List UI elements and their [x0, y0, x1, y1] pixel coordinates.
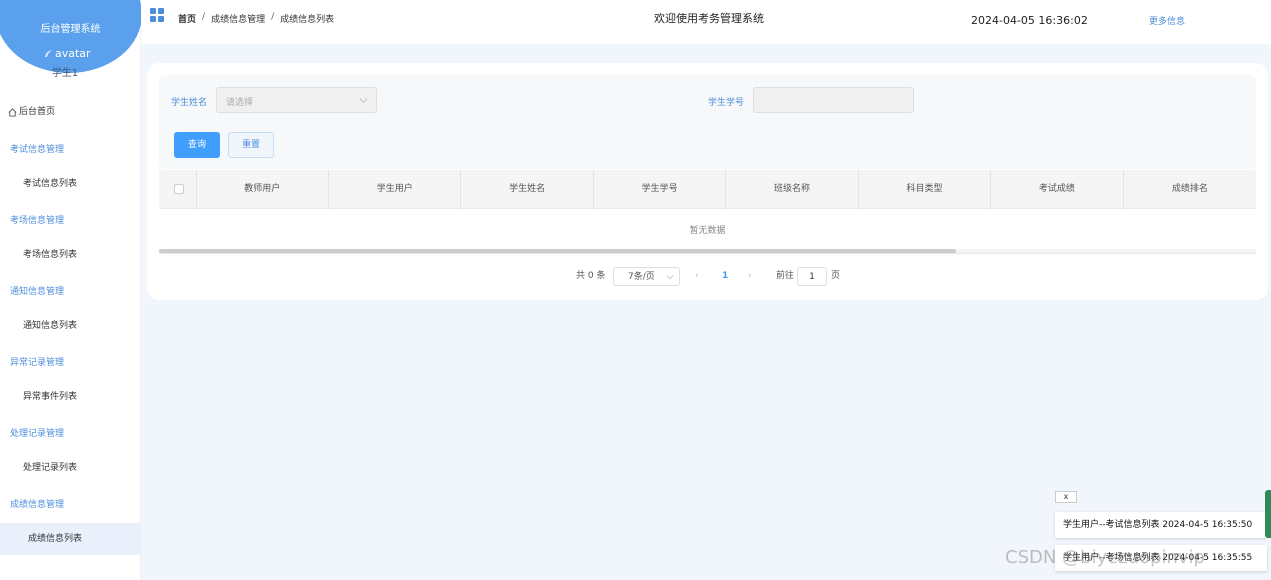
- sidebar-group-anomaly[interactable]: 异常记录管理: [0, 347, 141, 379]
- sidebar-item-room-list[interactable]: 考场信息列表: [0, 239, 141, 271]
- breadcrumb-separator: /: [202, 12, 206, 22]
- prev-page-button[interactable]: ‹: [695, 267, 699, 286]
- breadcrumb-separator: /: [271, 12, 275, 22]
- sidebar-item-notice-list[interactable]: 通知信息列表: [0, 310, 141, 342]
- col-student-user: 学生用户: [329, 170, 462, 209]
- avatar[interactable]: avatar: [44, 47, 91, 60]
- user-name: 学生1: [51, 68, 79, 79]
- more-info-link[interactable]: 更多信息: [1149, 14, 1185, 27]
- col-score-rank: 成绩排名: [1171, 184, 1208, 194]
- select-all-checkbox[interactable]: [159, 170, 197, 209]
- page-unit-label: 页: [831, 271, 841, 281]
- sidebar-group-handling[interactable]: 处理记录管理: [0, 418, 141, 450]
- student-name-label: 学生姓名: [171, 98, 208, 108]
- current-datetime: 2024-04-05 16:36:02: [971, 14, 1088, 27]
- sidebar-header: [0, 0, 142, 73]
- sidebar-group-room[interactable]: 考场信息管理: [0, 205, 141, 237]
- chevron-down-icon: [666, 275, 674, 280]
- col-teacher-user: 教师用户: [197, 170, 329, 209]
- reset-button[interactable]: 重置: [228, 132, 274, 158]
- empty-table-text: 暂无数据: [689, 226, 726, 236]
- table-header: 教师用户 学生用户 学生姓名 学生学号 班级名称 科目类型 考试成绩 成绩排名: [159, 170, 1256, 209]
- chevron-down-icon: [359, 98, 368, 103]
- student-id-input[interactable]: [753, 87, 914, 113]
- top-bar: 首页 / 成绩信息管理 / 成绩信息列表 欢迎使用考务管理系统 2024-04-…: [141, 0, 1271, 44]
- sidebar-group-score[interactable]: 成绩信息管理: [0, 489, 141, 521]
- notification-close-button[interactable]: x: [1055, 491, 1077, 503]
- pagination-total: 共 0 条: [576, 271, 606, 281]
- notification-item[interactable]: 学生用户--考试信息列表 2024-04-5 16:35:50: [1055, 512, 1267, 538]
- breadcrumb-home[interactable]: 首页: [178, 12, 196, 25]
- student-name-select[interactable]: 请选择: [216, 87, 377, 113]
- page-size-select[interactable]: 7条/页: [613, 267, 680, 286]
- sidebar-item-exam-list[interactable]: 考试信息列表: [0, 168, 141, 200]
- sidebar-item-anomaly-list[interactable]: 异常事件列表: [0, 381, 141, 413]
- goto-page-input[interactable]: 1: [797, 267, 827, 286]
- breadcrumb-score-list: 成绩信息列表: [280, 15, 335, 25]
- goto-label: 前往: [776, 271, 795, 281]
- sidebar-item-handling-list[interactable]: 处理记录列表: [0, 452, 141, 484]
- next-page-button[interactable]: ›: [748, 267, 752, 286]
- col-exam-score: 考试成绩: [991, 170, 1124, 209]
- breadcrumb: 首页 / 成绩信息管理 / 成绩信息列表: [178, 12, 334, 25]
- filter-panel: 学生姓名 请选择 学生学号 查询 重置: [159, 75, 1256, 169]
- welcome-text: 欢迎使用考务管理系统: [654, 12, 764, 25]
- col-student-name: 学生姓名: [461, 170, 594, 209]
- select-placeholder: 请选择: [226, 98, 254, 108]
- col-class-name: 班级名称: [726, 170, 859, 209]
- horizontal-scrollbar[interactable]: [159, 249, 1256, 254]
- query-button[interactable]: 查询: [174, 132, 220, 158]
- page-size-value: 7条/页: [628, 272, 655, 282]
- sidebar-item-label: 后台首页: [19, 107, 56, 117]
- sidebar-item-score-list[interactable]: 成绩信息列表: [0, 523, 141, 555]
- side-tab[interactable]: [1265, 490, 1271, 538]
- system-title: 后台管理系统: [40, 24, 101, 35]
- breadcrumb-score-manage[interactable]: 成绩信息管理: [211, 12, 265, 25]
- student-id-label: 学生学号: [708, 98, 745, 108]
- avatar-alt-text: avatar: [55, 47, 91, 60]
- col-student-id: 学生学号: [594, 170, 727, 209]
- watermark: CSDN @biyezuopinvip: [1005, 547, 1205, 568]
- sidebar-group-exam[interactable]: 考试信息管理: [0, 134, 141, 166]
- sidebar-group-notice[interactable]: 通知信息管理: [0, 276, 141, 308]
- home-icon: [8, 107, 17, 117]
- broken-image-icon: [45, 49, 52, 57]
- col-subject-type: 科目类型: [859, 170, 992, 209]
- scrollbar-thumb[interactable]: [159, 249, 956, 253]
- content-card: 学生姓名 请选择 学生学号 查询 重置 教师用户 学生用户 学生姓名 学生学号 …: [147, 63, 1268, 300]
- sidebar-item-home[interactable]: 后台首页: [0, 96, 141, 128]
- menu-grid-icon[interactable]: [150, 8, 164, 22]
- sidebar: 后台管理系统 avatar 学生1 后台首页 考试信息管理 考试信息列表 考场信…: [0, 0, 142, 580]
- page-number-current[interactable]: 1: [722, 267, 728, 286]
